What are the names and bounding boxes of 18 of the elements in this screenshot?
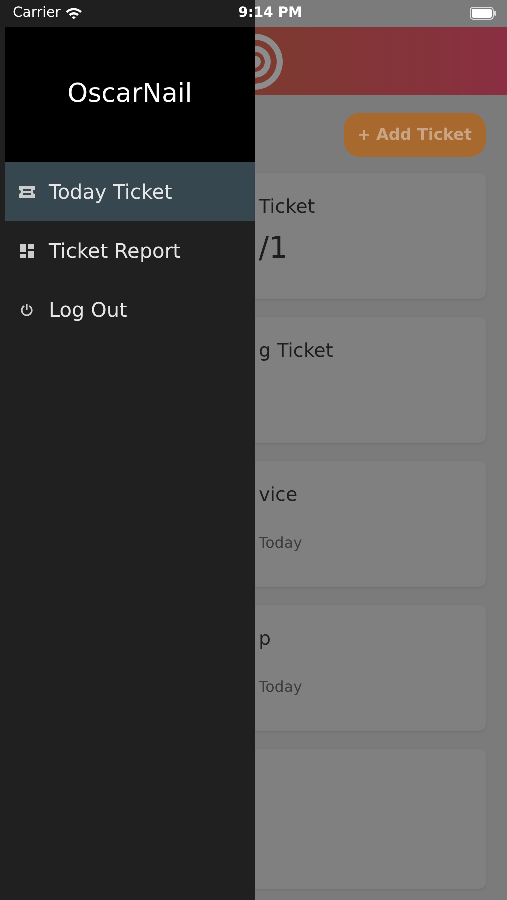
carrier-label: Carrier xyxy=(13,4,61,23)
card-title: vice xyxy=(259,483,298,508)
drawer-menu-item[interactable]: Ticket Report xyxy=(5,221,255,280)
card-title: p xyxy=(259,627,272,652)
dashboard-icon xyxy=(20,244,34,258)
wifi-icon xyxy=(64,7,83,20)
app-title: OscarNail xyxy=(68,78,192,111)
battery-icon xyxy=(470,7,497,20)
card-title: Ticket xyxy=(259,195,316,220)
card-subtitle: Today xyxy=(259,532,302,554)
logo-icon xyxy=(255,32,285,92)
ticket-icon xyxy=(19,186,35,198)
drawer-menu-item[interactable]: Today Ticket xyxy=(5,162,255,221)
card-subtitle: Today xyxy=(259,676,302,698)
drawer-menu-item[interactable]: Log Out xyxy=(5,280,255,339)
card-value: /1 xyxy=(259,230,288,268)
card-title: g Ticket xyxy=(259,339,334,364)
power-icon xyxy=(20,302,34,316)
